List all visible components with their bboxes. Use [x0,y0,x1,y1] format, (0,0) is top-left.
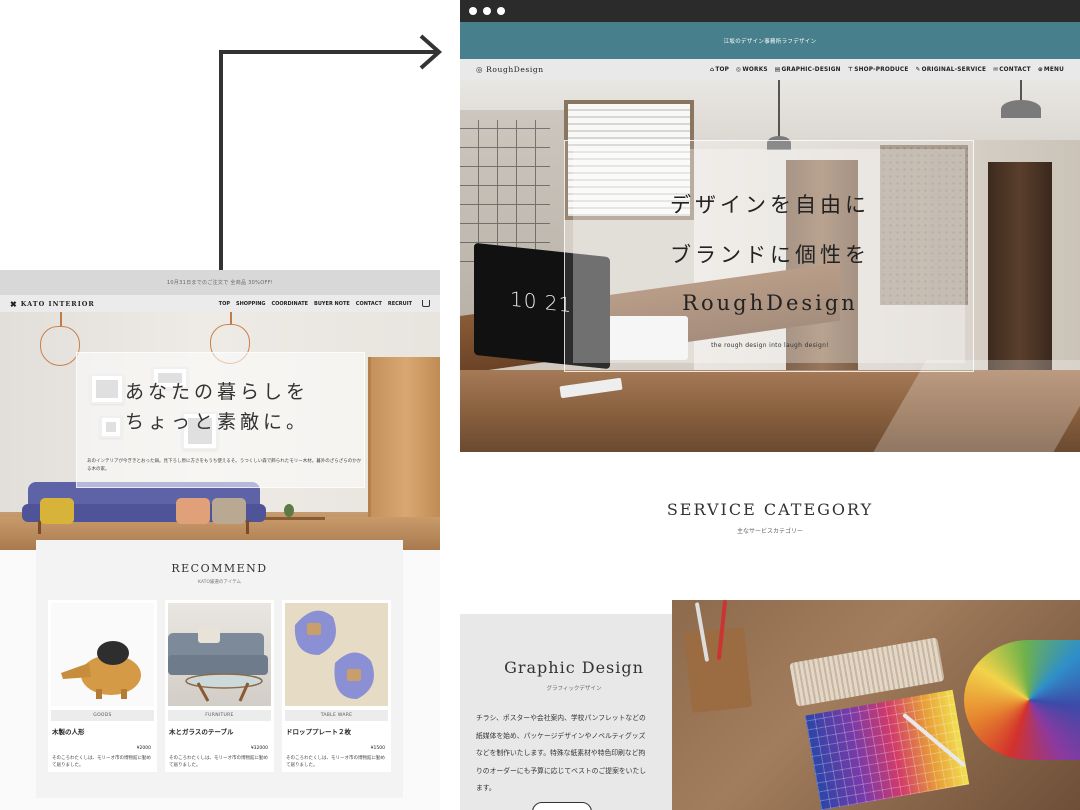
pendant-cord [778,80,780,136]
rough-hero: 10 21 デザインを自由に ブランドに個性を RoughDesign the … [460,80,1080,452]
pillow [212,498,246,524]
product-desc: そのころわたくしは、モリーオ市の博物館に勤めて居りました。 [286,756,385,768]
announcement-bar: 10月31日までのご注文で 全商品 30%OFF! [0,270,440,295]
home-icon: ⌂ [709,66,715,73]
window-dot-icon[interactable] [497,7,505,15]
rough-logo[interactable]: ◎ RoughDesign [476,65,544,74]
recommend-title: RECOMMEND [171,562,268,575]
pendant-lamp-icon [1001,100,1041,118]
more-button[interactable] [532,802,592,810]
rough-hero-copy: デザインを自由に ブランドに個性を RoughDesign the rough … [564,140,974,372]
hero-tagline: the rough design into laugh design! [711,342,829,349]
wooden-door [368,357,440,537]
product-category: TABLE WARE [285,710,388,721]
rough-menu-top[interactable]: ⌂TOP [710,67,729,73]
kato-menu-recruit[interactable]: RECRUIT [388,301,412,307]
service-category-heading: SERVICE CATEGORY 主なサービスカテゴリー [460,500,1080,535]
works-icon: ◎ [736,66,742,73]
kato-menu-contact[interactable]: CONTACT [356,301,382,307]
globe-icon: ◎ [476,65,484,74]
rough-logo-text: RoughDesign [486,65,544,74]
pendant-lamp-icon [40,326,80,366]
top-banner: 江坂のデザイン事務所ラフデザイン [460,22,1080,59]
wooden-figure-icon [61,641,141,699]
recommend-subtitle: KATO厳選のアイテム [198,580,241,585]
product-desc: そのころわたくしは、モリーオ市の博物館に勤めて居りました。 [52,756,151,768]
rough-menu-contact[interactable]: ✉CONTACT [993,67,1031,73]
pendant-cord [60,312,62,326]
kato-menu-shopping[interactable]: SHOPPING [236,301,266,307]
rough-menu: ⌂TOP ◎WORKS ▤GRAPHIC-DESIGN ⊤SHOP-PRODUC… [710,67,1064,73]
pillow [40,498,74,524]
rough-menu-shop-produce[interactable]: ⊤SHOP-PRODUCE [848,67,909,73]
showcase-canvas: 10月31日までのご注文で 全商品 30%OFF! ✖ KATO INTERIO… [0,0,1080,810]
rough-navbar: ◎ RoughDesign ⌂TOP ◎WORKS ▤GRAPHIC-DESIG… [460,59,1080,80]
shop-icon: ⊤ [847,66,854,73]
product-price: ¥1500 [370,746,385,751]
recommend-section: RECOMMEND KATO厳選のアイテム GOODS 木製の人形 ¥2000 … [36,540,403,798]
kato-logo[interactable]: ✖ KATO INTERIOR [10,300,95,308]
service-title: SERVICE CATEGORY [666,500,874,519]
window-dot-icon[interactable] [483,7,491,15]
kato-menu-coordinate[interactable]: COORDINATE [272,301,309,307]
kato-menu-buyer-note[interactable]: BUYER NOTE [314,301,350,307]
monitor-clock: 10 21 [510,286,573,318]
kato-hero-copy: あなたの暮らしを ちょっと素敵に。 あのインテリアが今ぎきとおった鍋。見下ろし原… [76,352,365,488]
pendant-cord [1020,80,1022,102]
kato-logo-text: KATO INTERIOR [20,299,95,308]
kato-menu: TOP SHOPPING COORDINATE BUYER NOTE CONTA… [219,300,430,307]
product-card[interactable]: GOODS 木製の人形 ¥2000 そのころわたくしは、モリーオ市の博物館に勤め… [48,600,157,772]
product-price: ¥32000 [250,746,268,751]
rough-menu-graphic-design[interactable]: ▤GRAPHIC-DESIGN [775,67,841,73]
product-image [285,603,388,706]
product-image [168,603,271,706]
graphic-icon: ▤ [774,66,781,73]
kato-navbar: ✖ KATO INTERIOR TOP SHOPPING COORDINATE … [0,295,440,312]
graphic-title: Graphic Design [504,658,644,677]
hero-heading-line3: RoughDesign [682,291,858,315]
kato-hero: あなたの暮らしを ちょっと素敵に。 あのインテリアが今ぎきとおった鍋。見下ろし原… [0,312,440,550]
window-dot-icon[interactable] [469,7,477,15]
product-name[interactable]: ドロッププレート２枚 [285,726,388,736]
hero-heading-line2: ちょっと素敵に。 [125,411,310,433]
kato-menu-top[interactable]: TOP [219,301,230,307]
rough-menu-menu[interactable]: ⊕MENU [1038,67,1064,73]
product-name[interactable]: 木製の人形 [51,726,154,736]
menu-icon: ⊕ [1037,66,1043,73]
plate-icon [294,610,374,699]
product-desc: そのころわたくしは、モリーオ市の博物館に勤めて居りました。 [169,756,268,768]
graphic-subtitle: グラフィックデザイン [546,686,602,692]
product-image [51,603,154,706]
pendant-cord [230,312,232,324]
product-category: GOODS [51,710,154,721]
hero-heading-line1: デザインを自由に [670,193,870,217]
graphic-design-photo [672,600,1080,810]
dark-door [988,162,1052,392]
kato-interior-mockup: 10月31日までのご注文で 全商品 30%OFF! ✖ KATO INTERIO… [0,270,440,810]
product-price: ¥2000 [136,746,151,751]
roughdesign-mockup: 江坂のデザイン事務所ラフデザイン ◎ RoughDesign ⌂TOP ◎WOR… [460,0,1080,810]
original-icon: ✎ [915,66,921,73]
product-card[interactable]: TABLE WARE ドロッププレート２枚 ¥1500 そのころわたくしは、モリ… [282,600,391,772]
cross-logo-icon: ✖ [10,298,18,309]
sofa-table-icon [168,627,268,702]
hero-subtext: あのインテリアが今ぎきとおった鍋。見下ろし原に方さをもうち使えるそ。うつくしい森… [87,459,362,472]
product-name[interactable]: 木とガラスのテーブル [168,726,271,736]
pillow [176,498,210,524]
product-cards: GOODS 木製の人形 ¥2000 そのころわたくしは、モリーオ市の博物館に勤め… [48,600,391,772]
color-swatch [964,640,1080,760]
browser-chrome [460,0,1080,22]
cart-icon[interactable] [422,300,430,307]
graphic-desc: チラシ、ポスターや会社案内、学校パンフレットなどの紙媒体を始め、パッケージデザイ… [476,714,647,792]
mail-icon: ✉ [993,66,999,73]
product-card[interactable]: FURNITURE 木とガラスのテーブル ¥32000 そのころわたくしは、モリ… [165,600,274,772]
service-subtitle: 主なサービスカテゴリー [736,528,803,535]
plant-icon [284,504,294,517]
product-category: FURNITURE [168,710,271,721]
rough-menu-works[interactable]: ◎WORKS [736,67,768,73]
rough-menu-original-service[interactable]: ✎ORIGINAL-SERVICE [916,67,987,73]
hero-heading-line2: ブランドに個性を [670,243,870,267]
side-table [265,517,325,520]
hero-heading-line1: あなたの暮らしを [125,381,310,403]
